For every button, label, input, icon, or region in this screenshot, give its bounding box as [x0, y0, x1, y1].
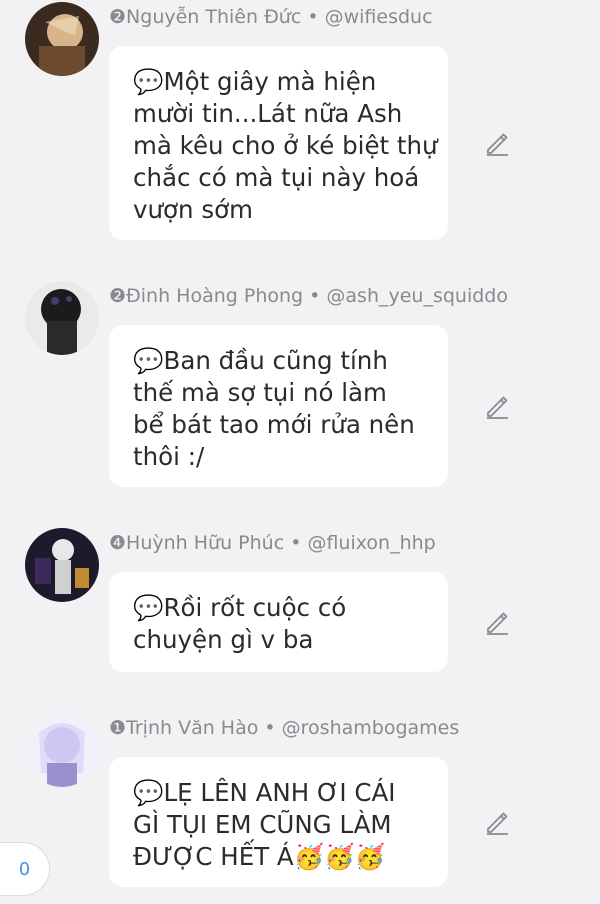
message-bubble[interactable]: 💬Rồi rốt cuộc có chuyện gì v ba: [109, 572, 448, 672]
author-name[interactable]: Nguyễn Thiên Đức: [126, 6, 301, 28]
avatar[interactable]: [25, 281, 99, 355]
author-name[interactable]: Đinh Hoàng Phong: [126, 285, 303, 307]
message-header: ❹Huỳnh Hữu Phúc • @fluixon_hhp: [109, 532, 436, 554]
message-line: GÌ TỤI EM CŨNG LÀM: [133, 810, 392, 839]
message-line: 💬Rồi rốt cuộc có: [133, 593, 347, 622]
message-line: 💬Ban đầu cũng tính: [133, 346, 388, 375]
separator: •: [301, 6, 325, 28]
message-line: mười tin...Lát nữa Ash: [133, 99, 403, 128]
message-line: ĐƯỢC HẾT Á🥳🥳🥳: [133, 842, 386, 871]
message-header: ❷Đinh Hoàng Phong • @ash_yeu_squiddo: [109, 285, 508, 307]
author-name[interactable]: Trịnh Văn Hào: [126, 717, 258, 739]
message-line: bể bát tao mới rửa nên: [133, 410, 415, 439]
pencil-icon[interactable]: [484, 393, 510, 419]
author-name[interactable]: Huỳnh Hữu Phúc: [126, 532, 284, 554]
author-handle[interactable]: @wifiesduc: [325, 6, 433, 28]
message-header: ❷Nguyễn Thiên Đức • @wifiesduc: [109, 6, 433, 28]
message-line: thế mà sợ tụi nó làm: [133, 378, 387, 407]
message-line: chuyện gì v ba: [133, 625, 314, 654]
avatar[interactable]: [25, 713, 99, 787]
message-bubble[interactable]: 💬Một giây mà hiện mười tin...Lát nữa Ash…: [109, 46, 448, 240]
message-header: ❶Trịnh Văn Hào • @roshambogames: [109, 717, 459, 739]
rank-badge: ❹: [109, 532, 127, 554]
author-handle[interactable]: @fluixon_hhp: [307, 532, 435, 554]
separator: •: [258, 717, 282, 739]
separator: •: [303, 285, 327, 307]
pencil-icon[interactable]: [484, 809, 510, 835]
author-handle[interactable]: @roshambogames: [282, 717, 460, 739]
rank-badge: ❷: [109, 285, 127, 307]
message-bubble[interactable]: 💬Ban đầu cũng tính thế mà sợ tụi nó làm …: [109, 325, 448, 487]
message-line: vượn sớm: [133, 195, 253, 224]
rank-badge: ❷: [109, 6, 127, 28]
message-line: 💬Một giây mà hiện: [133, 67, 377, 96]
avatar[interactable]: [25, 528, 99, 602]
message-bubble[interactable]: 💬LẸ LÊN ANH ƠI CÁI GÌ TỤI EM CŨNG LÀM ĐƯ…: [109, 757, 448, 887]
message-line: thôi :/: [133, 442, 205, 471]
counter-value: 0: [18, 858, 31, 880]
avatar[interactable]: [25, 2, 99, 76]
rank-badge: ❶: [109, 717, 127, 739]
message-line: chắc có mà tụi này hoá: [133, 163, 420, 192]
message-line: mà kêu cho ở ké biệt thự: [133, 131, 438, 160]
pencil-icon[interactable]: [484, 130, 510, 156]
pencil-icon[interactable]: [484, 609, 510, 635]
author-handle[interactable]: @ash_yeu_squiddo: [326, 285, 508, 307]
separator: •: [284, 532, 308, 554]
message-line: 💬LẸ LÊN ANH ƠI CÁI: [133, 778, 396, 807]
unread-counter-button[interactable]: 0: [0, 842, 50, 896]
